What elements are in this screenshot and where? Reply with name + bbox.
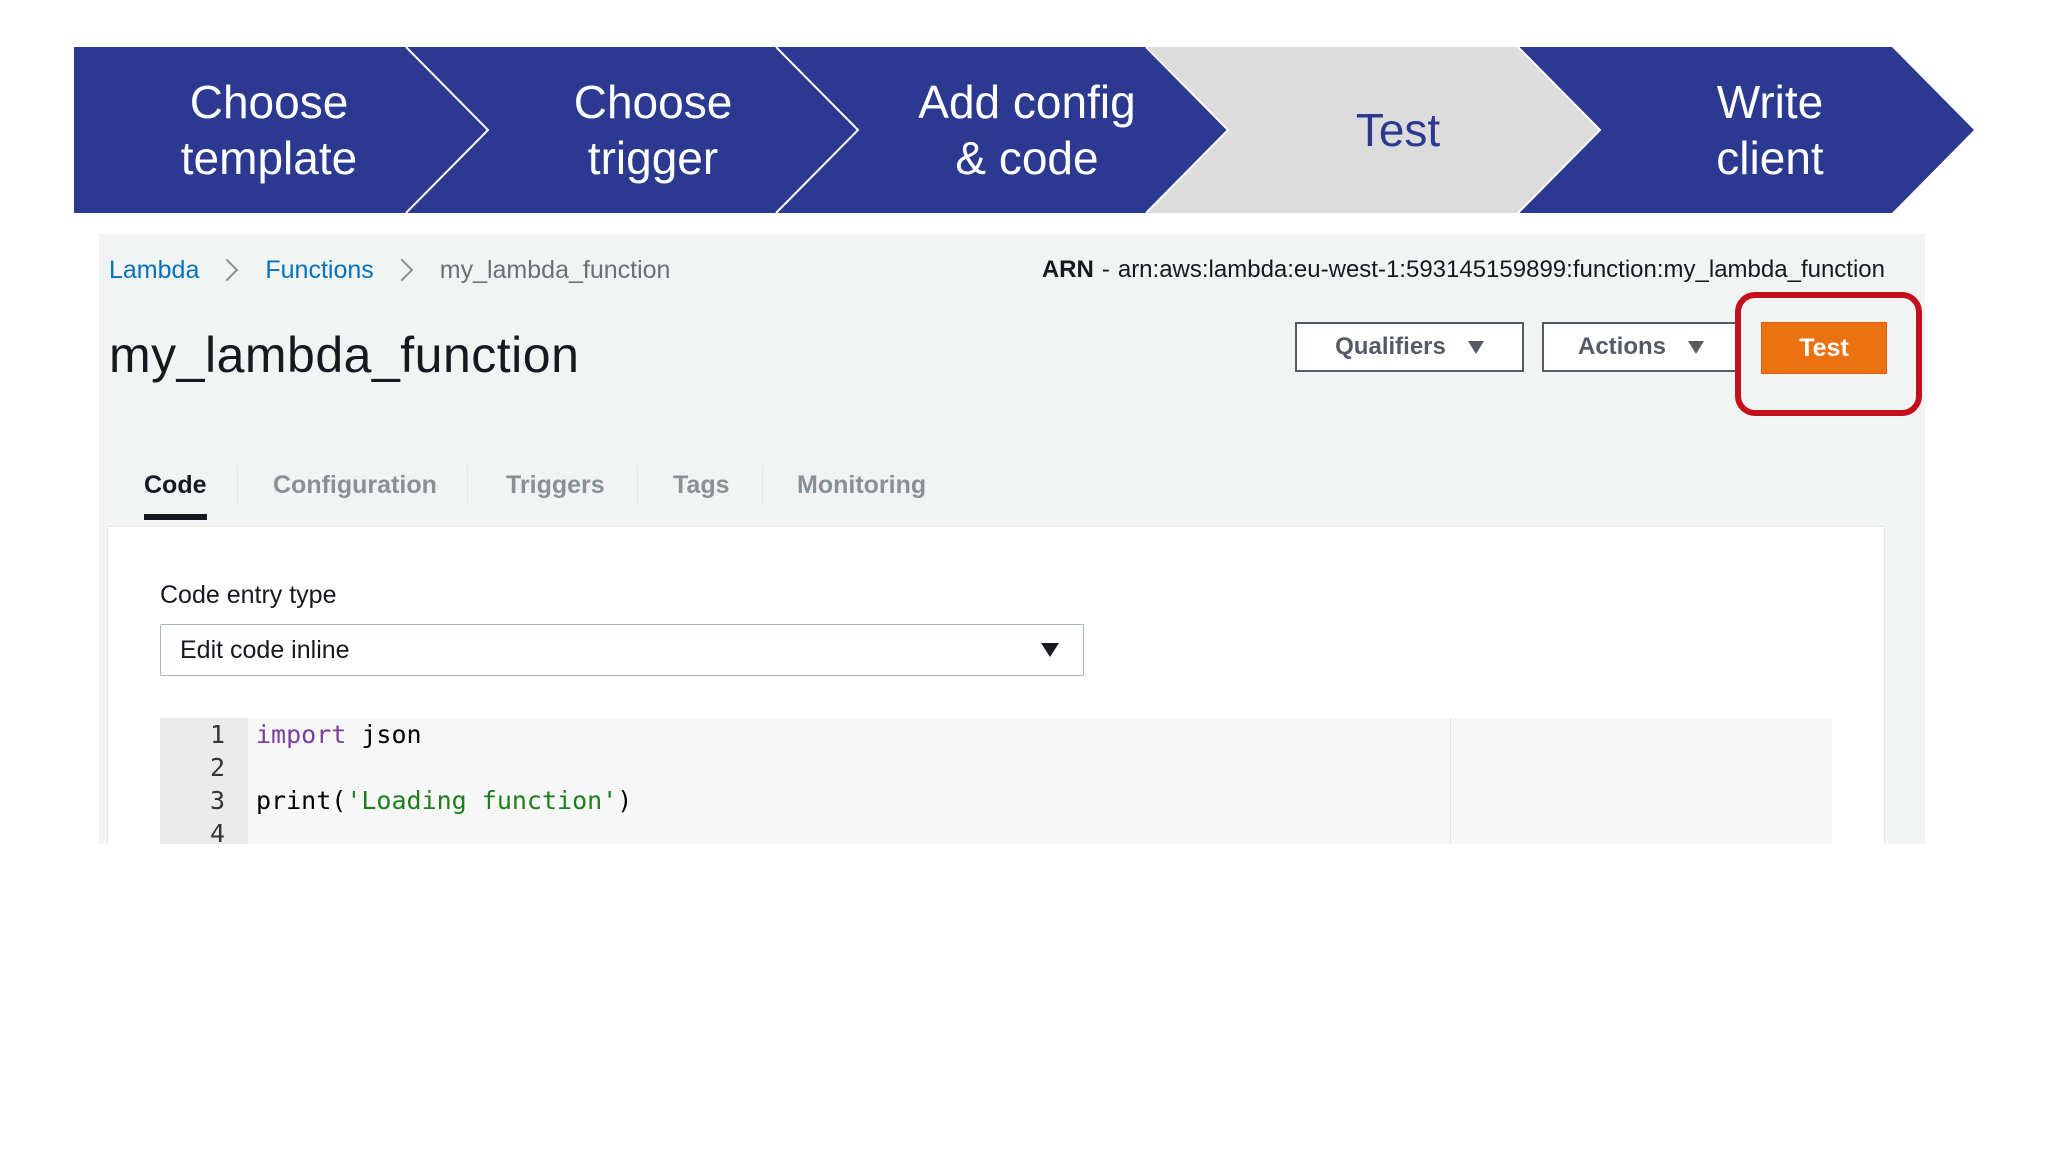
line-number: 2: [209, 753, 225, 782]
arn-value: arn:aws:lambda:eu-west-1:593145159899:fu…: [1117, 256, 1885, 283]
line-number: 3: [209, 786, 225, 815]
process-steps: Choose template Choose trigger Add confi…: [74, 47, 1976, 213]
qualifiers-label: Qualifiers: [1335, 333, 1446, 360]
code-text: ): [617, 786, 633, 815]
code-line: 4: [160, 817, 1450, 844]
actions-dropdown-button[interactable]: Actions: [1542, 322, 1740, 372]
code-keyword: import: [256, 720, 347, 749]
code-text: json: [346, 720, 422, 749]
code-entry-type-label: Code entry type: [160, 581, 337, 609]
test-button-highlight: [1735, 292, 1922, 416]
page-title: my_lambda_function: [109, 327, 580, 383]
actions-label: Actions: [1577, 333, 1666, 360]
tab-code[interactable]: Code: [144, 440, 207, 530]
code-function-call: print(: [256, 786, 347, 815]
breadcrumb-functions-link[interactable]: Functions: [265, 256, 373, 285]
code-line: 3 print('Loading function'): [160, 784, 1450, 818]
function-arn: ARN - arn:aws:lambda:eu-west-1:593145159…: [1042, 252, 1885, 288]
chevron-right-icon: [216, 258, 239, 282]
breadcrumb: Lambda Functions my_lambda_function: [109, 252, 670, 288]
line-number: 1: [209, 720, 225, 749]
tab-divider: [467, 466, 468, 504]
tab-divider: [237, 466, 238, 504]
arn-label: ARN: [1041, 256, 1094, 283]
step-choose-template: Choose template: [180, 76, 358, 184]
tab-configuration[interactable]: Configuration: [273, 440, 437, 530]
code-line: 2: [160, 751, 1450, 785]
step-choose-trigger: Choose trigger: [573, 76, 733, 184]
arn-separator: -: [1101, 256, 1110, 283]
code-line: 1 import json: [160, 718, 1450, 752]
code-string: 'Loading function': [346, 786, 618, 815]
lambda-console: Lambda Functions my_lambda_function ARN …: [99, 234, 1925, 844]
caret-down-icon: [1467, 340, 1484, 354]
step-test: Test: [1355, 104, 1441, 156]
caret-down-icon: [1041, 643, 1059, 657]
step-write-client: Write client: [1716, 76, 1824, 184]
code-panel: Code entry type Edit code inline 1 impor…: [107, 526, 1885, 844]
breadcrumb-current: my_lambda_function: [439, 255, 671, 284]
line-number: 4: [209, 819, 225, 844]
print-margin-line: [1450, 718, 1451, 844]
code-entry-type-select[interactable]: Edit code inline: [160, 624, 1084, 676]
tab-triggers[interactable]: Triggers: [506, 440, 605, 530]
chevron-right-icon: [390, 258, 414, 282]
breadcrumb-lambda-link[interactable]: Lambda: [109, 256, 199, 285]
code-editor[interactable]: 1 import json 2 3 print('Loading functio…: [160, 718, 1832, 844]
tab-monitoring[interactable]: Monitoring: [797, 440, 926, 530]
tab-divider: [762, 466, 763, 504]
step-add-config-code: Add config & code: [918, 76, 1136, 184]
tab-tags[interactable]: Tags: [673, 440, 730, 530]
caret-down-icon: [1688, 340, 1704, 354]
code-entry-type-value: Edit code inline: [180, 635, 350, 664]
slide: Choose template Choose trigger Add confi…: [0, 0, 2048, 1152]
function-tabs: Code Configuration Triggers Tags Monitor…: [99, 440, 1099, 530]
tab-divider: [637, 466, 638, 504]
qualifiers-dropdown-button[interactable]: Qualifiers: [1295, 322, 1524, 372]
